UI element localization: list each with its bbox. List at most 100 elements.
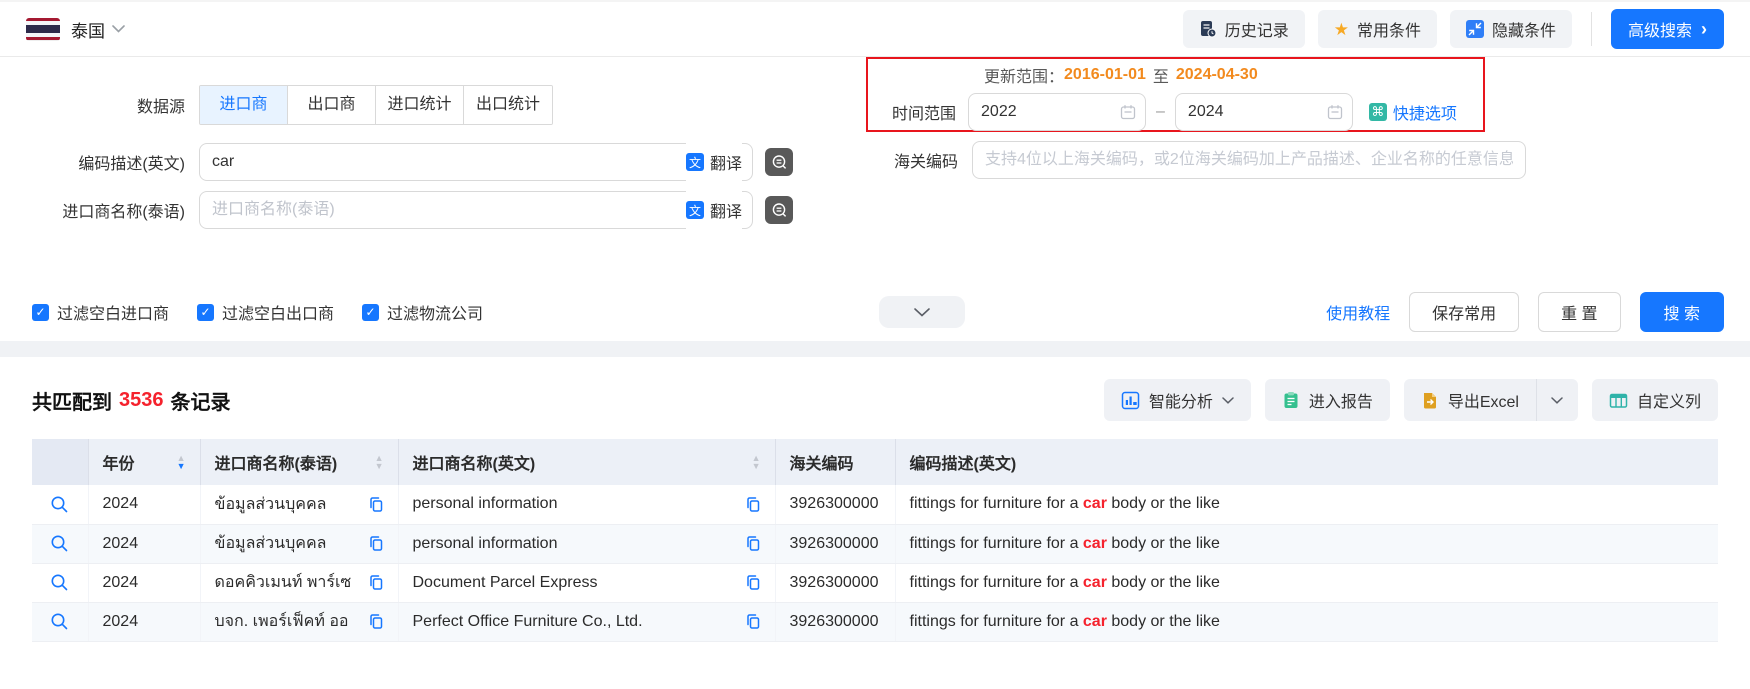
header-importer-thai[interactable]: 进口商名称(泰语) ▲▼ — [200, 439, 398, 485]
importer-english-cell: personal information — [398, 524, 775, 563]
desc-cell: fittings for furniture for a car body or… — [895, 563, 1718, 602]
sort-icons[interactable]: ▲▼ — [375, 454, 384, 470]
importer-english-text: Perfect Office Furniture Co., Ltd. — [413, 613, 643, 631]
view-detail-cell[interactable] — [32, 485, 88, 524]
results-summary: 共匹配到 3536 条记录 — [32, 386, 231, 415]
filter-logistics[interactable]: ✓ 过滤物流公司 — [362, 300, 483, 324]
expand-more-button[interactable] — [879, 296, 965, 328]
copy-icon — [745, 535, 761, 552]
importer-english-text: Document Parcel Express — [413, 574, 598, 592]
header-hscode-label: 海关编码 — [790, 450, 854, 474]
country-selector[interactable]: 泰国 — [26, 17, 125, 42]
favorites-label: 常用条件 — [1357, 17, 1421, 41]
view-detail-cell[interactable] — [32, 602, 88, 641]
tab-importer[interactable]: 进口商 — [200, 86, 288, 124]
save-favorite-button[interactable]: 保存常用 — [1409, 292, 1519, 332]
desc-cell: fittings for furniture for a car body or… — [895, 485, 1718, 524]
view-detail-cell[interactable] — [32, 524, 88, 563]
export-options-button[interactable] — [1536, 379, 1578, 421]
advanced-search-button[interactable]: 高级搜索 › — [1611, 9, 1724, 49]
copy-button[interactable] — [745, 613, 761, 630]
excel-export-icon — [1421, 391, 1439, 409]
hscode-cell: 3926300000 — [775, 524, 895, 563]
report-button[interactable]: 进入报告 — [1265, 379, 1390, 421]
copy-button[interactable] — [745, 496, 761, 513]
hscode-input[interactable] — [972, 141, 1526, 179]
export-excel-button[interactable]: 导出Excel — [1404, 379, 1536, 421]
sort-icons[interactable]: ▲▼ — [752, 454, 761, 470]
translate-label: 翻译 — [710, 150, 742, 174]
match-mode-toggle[interactable] — [765, 196, 793, 224]
importer-label: 进口商名称(泰语) — [32, 198, 185, 222]
copy-icon — [368, 535, 384, 552]
keyword-highlight: car — [1083, 613, 1107, 630]
copy-icon — [745, 496, 761, 513]
calendar-icon[interactable] — [1327, 104, 1343, 120]
importer-thai-cell: ข้อมูลส่วนบุคคล — [200, 485, 398, 524]
copy-button[interactable] — [368, 496, 384, 513]
time-range-row: 时间范围 – ⌘ 快捷选项 — [892, 93, 1483, 131]
header-importer-english[interactable]: 进口商名称(英文) ▲▼ — [398, 439, 775, 485]
search-button[interactable]: 搜 索 — [1640, 292, 1724, 332]
translate-button[interactable]: 文 翻译 — [686, 191, 742, 229]
custom-columns-label: 自定义列 — [1637, 388, 1701, 412]
desc-cell: fittings for furniture for a car body or… — [895, 524, 1718, 563]
summary-prefix: 共匹配到 — [32, 386, 112, 415]
tab-import-stats[interactable]: 进口统计 — [376, 86, 464, 124]
table-row[interactable]: 2024 ข้อมูลส่วนบุคคล personal informatio… — [32, 524, 1718, 563]
favorites-button[interactable]: ★ 常用条件 — [1318, 10, 1437, 48]
filter-blank-importer[interactable]: ✓ 过滤空白进口商 — [32, 300, 169, 324]
tab-export-stats[interactable]: 出口统计 — [464, 86, 552, 124]
topbar-actions: 历史记录 ★ 常用条件 隐藏条件 高级搜索 › — [1170, 9, 1724, 49]
keyword-highlight: car — [1083, 574, 1107, 591]
divider — [1591, 12, 1592, 46]
tab-exporter[interactable]: 出口商 — [288, 86, 376, 124]
reset-button[interactable]: 重 置 — [1538, 292, 1620, 332]
hide-conditions-button[interactable]: 隐藏条件 — [1450, 10, 1572, 48]
quick-options-button[interactable]: ⌘ 快捷选项 — [1369, 100, 1457, 124]
history-button[interactable]: 历史记录 — [1183, 10, 1305, 48]
importer-input[interactable] — [199, 191, 753, 229]
hscode-cell: 3926300000 — [775, 485, 895, 524]
search-detail-icon[interactable] — [50, 573, 69, 592]
match-mode-toggle[interactable] — [765, 148, 793, 176]
update-range: 更新范围： 2016-01-01 至 2024-04-30 — [984, 63, 1483, 87]
year-cell: 2024 — [88, 524, 200, 563]
country-name: 泰国 — [71, 17, 105, 42]
importer-english-cell: Document Parcel Express — [398, 563, 775, 602]
copy-button[interactable] — [745, 574, 761, 591]
results-header: 共匹配到 3536 条记录 智能分析 进入报告 导出Excel — [32, 379, 1718, 421]
table-row[interactable]: 2024 ดอคคิวเมนท์ พาร์เซ Document Parcel … — [32, 563, 1718, 602]
search-detail-icon[interactable] — [50, 534, 69, 553]
table-row[interactable]: 2024 บจก. เพอร์เฟ็คท์ ออ Perfect Office … — [32, 602, 1718, 641]
analysis-button[interactable]: 智能分析 — [1104, 379, 1251, 421]
sort-icons[interactable]: ▲▼ — [177, 454, 186, 470]
filters-row: ✓ 过滤空白进口商 ✓ 过滤空白出口商 ✓ 过滤物流公司 使用教程 保存常用 重… — [32, 292, 1724, 332]
chevron-down-icon — [914, 308, 930, 317]
trade-data-search-page: 泰国 历史记录 ★ 常用条件 隐藏条件 高级搜索 › — [0, 0, 1750, 689]
view-detail-cell[interactable] — [32, 563, 88, 602]
keyword-highlight: car — [1083, 495, 1107, 512]
table-row[interactable]: 2024 ข้อมูลส่วนบุคคล personal informatio… — [32, 485, 1718, 524]
custom-columns-button[interactable]: 自定义列 — [1592, 379, 1718, 421]
copy-icon — [368, 613, 384, 630]
filter-blank-exporter[interactable]: ✓ 过滤空白出口商 — [197, 300, 334, 324]
header-year[interactable]: 年份 ▲▼ — [88, 439, 200, 485]
search-detail-icon[interactable] — [50, 612, 69, 631]
calendar-icon[interactable] — [1120, 104, 1136, 120]
table-header: 年份 ▲▼ 进口商名称(泰语) ▲▼ 进口商名称(英文) ▲▼ — [32, 439, 1718, 485]
translate-button[interactable]: 文 翻译 — [686, 143, 742, 181]
export-excel-label: 导出Excel — [1448, 388, 1519, 412]
summary-suffix: 条记录 — [171, 386, 231, 415]
copy-button[interactable] — [368, 574, 384, 591]
checkbox-checked-icon: ✓ — [32, 304, 49, 321]
results-section: 共匹配到 3536 条记录 智能分析 进入报告 导出Excel — [0, 357, 1750, 642]
search-detail-icon[interactable] — [50, 495, 69, 514]
translate-icon: 文 — [686, 153, 704, 171]
copy-icon — [368, 496, 384, 513]
description-input[interactable] — [199, 143, 753, 181]
copy-button[interactable] — [368, 535, 384, 552]
copy-button[interactable] — [368, 613, 384, 630]
copy-button[interactable] — [745, 535, 761, 552]
tutorial-link[interactable]: 使用教程 — [1326, 300, 1390, 324]
